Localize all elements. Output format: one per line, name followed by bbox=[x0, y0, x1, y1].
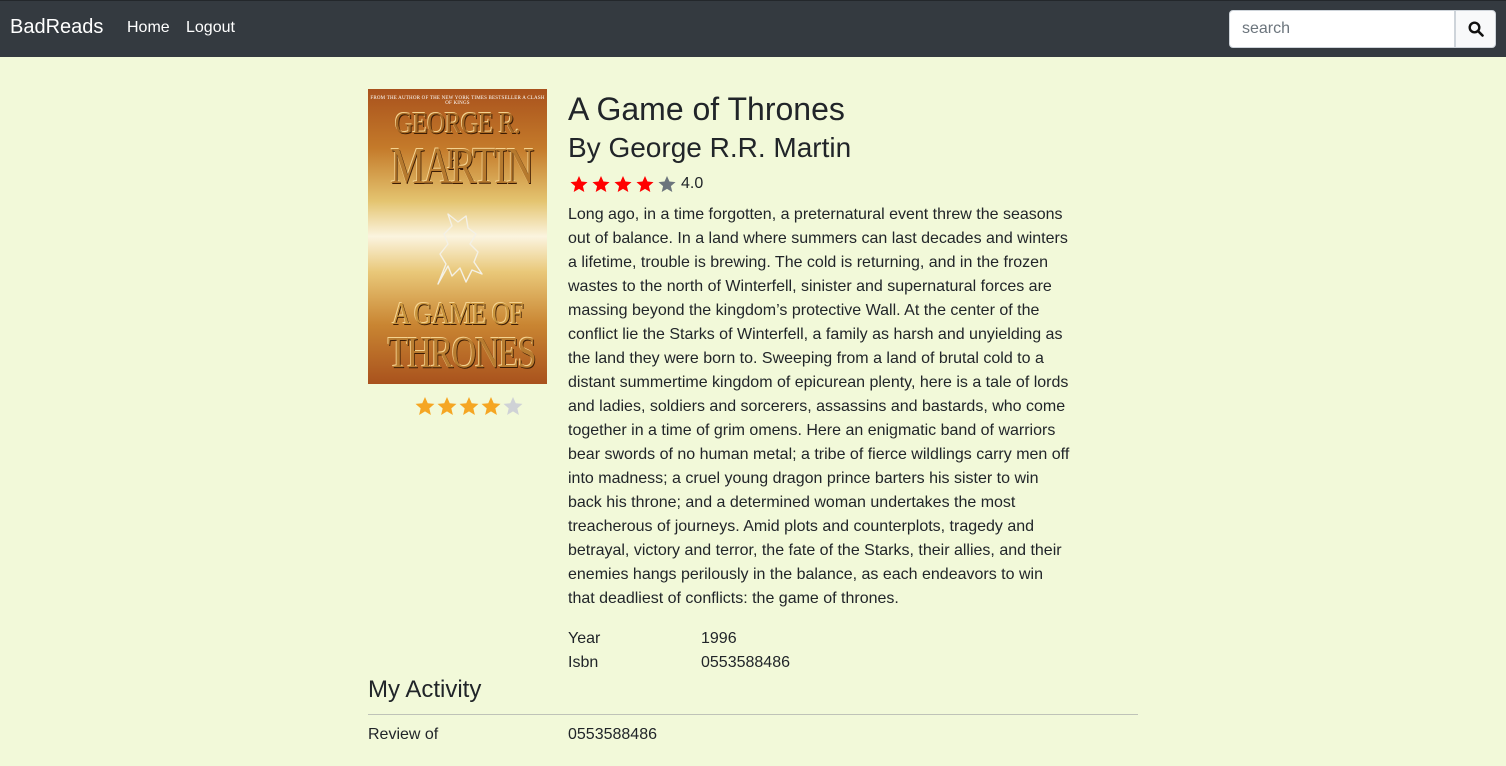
navbar: BadReads Home Logout bbox=[0, 0, 1506, 57]
search-icon bbox=[1467, 21, 1484, 37]
activity-label: Review of bbox=[368, 726, 439, 743]
detail-value: 0553588486 bbox=[701, 654, 790, 671]
book-author: By George R.R. Martin bbox=[568, 132, 852, 163]
cover-author-line2: MARTIN bbox=[390, 138, 534, 195]
star-icon bbox=[636, 175, 654, 193]
average-rating: 4.0 bbox=[568, 175, 703, 193]
cover-title-line2: THRONES bbox=[387, 328, 537, 377]
book-description: Long ago, in a time forgotten, a pretern… bbox=[568, 206, 1070, 607]
nav-link-home[interactable]: Home bbox=[127, 19, 170, 37]
my-activity-heading: My Activity bbox=[368, 676, 482, 703]
user-star-rating[interactable] bbox=[414, 396, 524, 416]
direwolf-emblem-icon bbox=[437, 213, 483, 285]
star-icon[interactable] bbox=[480, 396, 502, 416]
book-title: A Game of Thrones bbox=[568, 91, 845, 127]
search-button[interactable] bbox=[1455, 10, 1496, 48]
detail-value: 1996 bbox=[701, 630, 737, 647]
star-icon[interactable] bbox=[414, 396, 436, 416]
star-icon[interactable] bbox=[436, 396, 458, 416]
star-icon bbox=[658, 175, 676, 193]
star-icon[interactable] bbox=[502, 396, 524, 416]
brand-link[interactable]: BadReads bbox=[10, 16, 103, 39]
star-icon bbox=[570, 175, 588, 193]
activity-value: 0553588486 bbox=[568, 726, 657, 743]
star-icon bbox=[592, 175, 610, 193]
search-input[interactable] bbox=[1229, 10, 1455, 48]
divider bbox=[368, 714, 1138, 715]
star-icon bbox=[614, 175, 632, 193]
detail-label: Isbn bbox=[568, 654, 599, 671]
book-cover-image: FROM THE AUTHOR OF THE NEW YORK TIMES BE… bbox=[368, 89, 547, 384]
nav-link-logout[interactable]: Logout bbox=[186, 19, 235, 37]
average-rating-stars bbox=[568, 175, 678, 193]
average-rating-value: 4.0 bbox=[681, 175, 704, 192]
star-icon[interactable] bbox=[458, 396, 480, 416]
detail-label: Year bbox=[568, 630, 601, 647]
